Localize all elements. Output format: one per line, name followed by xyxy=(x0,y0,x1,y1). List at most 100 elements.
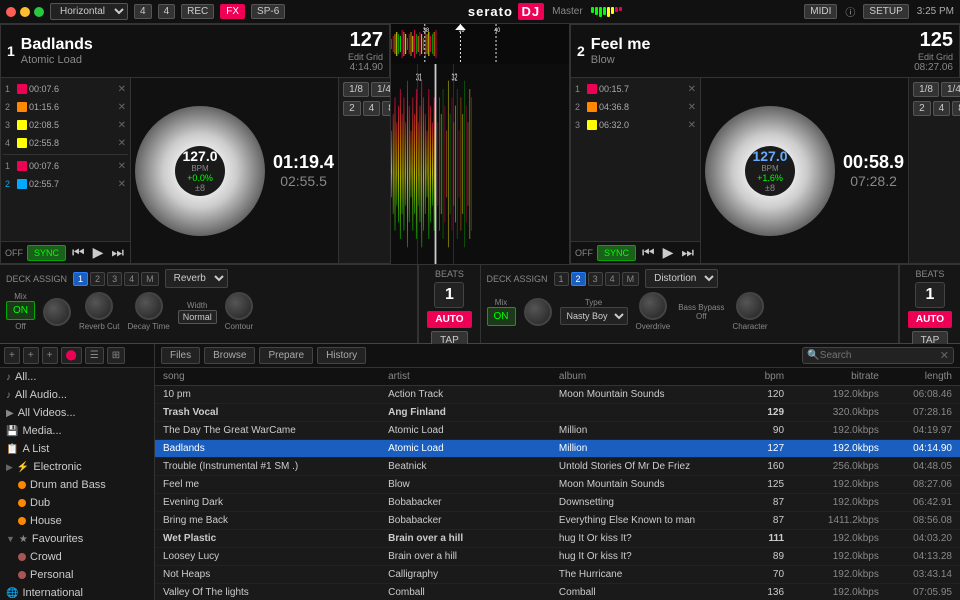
sidebar-item-all[interactable]: ♪ All... xyxy=(0,368,154,386)
platter-2[interactable]: 127.0 BPM +1.6% ±8 xyxy=(705,106,835,236)
setup-button[interactable]: SETUP xyxy=(863,4,908,19)
track-row[interactable]: Trouble (Instrumental #1 SM .) Beatnick … xyxy=(155,458,960,476)
cue-row[interactable]: 100:15.7✕ xyxy=(573,80,698,98)
info-icon[interactable]: ⓘ xyxy=(845,4,855,19)
deck-1-edit-grid[interactable]: Edit Grid xyxy=(348,52,383,62)
decay-knob[interactable] xyxy=(135,292,163,320)
midi-button[interactable]: MIDI xyxy=(804,4,837,19)
track-row[interactable]: Feel me Blow Moon Mountain Sounds 125 19… xyxy=(155,476,960,494)
sidebar-item-personal[interactable]: Personal xyxy=(0,566,154,584)
track-row[interactable]: Not Heaps Calligraphy The Hurricane 70 1… xyxy=(155,566,960,584)
fx-2-effect-select[interactable]: Distortion xyxy=(645,269,718,288)
beat-btn-2[interactable]: 2 xyxy=(913,101,931,116)
auto-btn-1[interactable]: AUTO xyxy=(427,311,471,328)
browse-tab[interactable]: Browse xyxy=(204,347,255,364)
cue-row[interactable]: 204:36.8✕ xyxy=(573,98,698,116)
cue-row[interactable]: 302:08.5✕ xyxy=(3,116,128,134)
col-header-album[interactable]: album xyxy=(555,370,726,383)
fx-button[interactable]: FX xyxy=(220,4,245,19)
sidebar-item-dub[interactable]: Dub xyxy=(0,494,154,512)
sidebar-item-all-audio[interactable]: ♪ All Audio... xyxy=(0,386,154,404)
overdrive-knob[interactable] xyxy=(639,292,667,320)
track-row[interactable]: Trash Vocal Ang Finland 129 320.0kbps 07… xyxy=(155,404,960,422)
col-header-bpm[interactable]: bpm xyxy=(726,370,788,383)
cue-row[interactable]: 100:07.6✕ xyxy=(3,80,128,98)
sidebar-item-drum-and-bass[interactable]: Drum and Bass xyxy=(0,476,154,494)
deck-b-button[interactable]: 4 xyxy=(158,4,176,19)
loop-btn-2[interactable]: 1/4 xyxy=(941,82,960,97)
deck-1-sync-button[interactable]: SYNC xyxy=(27,245,66,261)
next-track-button[interactable]: ⏭ xyxy=(109,244,126,261)
pitch-slider-2[interactable] xyxy=(913,120,960,259)
deck-2-platter[interactable]: 127.0 BPM +1.6% ±8 00:58.9 07:28.2 xyxy=(701,78,908,263)
sidebar-item-international[interactable]: 🌐 International xyxy=(0,584,154,600)
history-tab[interactable]: History xyxy=(317,347,366,364)
track-row[interactable]: Badlands Atomic Load Million 127 192.0kb… xyxy=(155,440,960,458)
track-row[interactable]: Wet Plastic Brain over a hill hug It Or … xyxy=(155,530,960,548)
add-button-3[interactable]: + xyxy=(42,347,58,364)
mix-knob-2[interactable] xyxy=(524,298,552,326)
assign-btn-1[interactable]: 1 xyxy=(73,272,88,286)
platter-1[interactable]: 127.0 BPM +0.0% ±8 xyxy=(135,106,265,236)
next-track-button-2[interactable]: ⏭ xyxy=(679,244,696,261)
sidebar-item-all-videos[interactable]: ▶ All Videos... xyxy=(0,404,154,422)
loop-btn[interactable]: 1/8 xyxy=(343,82,369,97)
deck-1-platter[interactable]: 127.0 BPM +0.0% ±8 01:19.4 02:55.5 xyxy=(131,78,338,263)
assign-btn-3[interactable]: 3 xyxy=(107,272,122,286)
sidebar-item-favourites[interactable]: ▼ ★ Favourites xyxy=(0,530,154,548)
prev-track-button-2[interactable]: ⏮ xyxy=(640,244,657,261)
grid-view-btn[interactable]: ⊞ xyxy=(107,347,125,364)
track-row[interactable]: Bring me Back Bobabacker Everything Else… xyxy=(155,512,960,530)
deck-a-button[interactable]: 4 xyxy=(134,4,152,19)
sidebar-item-crowd[interactable]: Crowd xyxy=(0,548,154,566)
close-button[interactable] xyxy=(6,7,16,17)
play-pause-button-2[interactable]: ▶ xyxy=(661,244,676,261)
assign-btn-4[interactable]: 4 xyxy=(124,272,139,286)
search-clear-button[interactable]: ✕ xyxy=(940,349,949,362)
character-knob[interactable] xyxy=(736,292,764,320)
color-button[interactable]: ⬤ xyxy=(61,347,82,364)
assign-btn-2-3[interactable]: 3 xyxy=(588,272,603,286)
beat-btn[interactable]: 4 xyxy=(363,101,381,116)
fx-1-on-button[interactable]: ON xyxy=(6,301,35,320)
assign-btn-2-1[interactable]: 1 xyxy=(554,272,569,286)
reverb-cut-knob[interactable] xyxy=(85,292,113,320)
sidebar-item-a-list[interactable]: 📋 A List xyxy=(0,440,154,458)
play-pause-button[interactable]: ▶ xyxy=(91,244,106,261)
track-row[interactable]: Evening Dark Bobabacker Downsetting 87 1… xyxy=(155,494,960,512)
contour-knob[interactable] xyxy=(225,292,253,320)
add-button[interactable]: + xyxy=(4,347,20,364)
sidebar-item-electronic[interactable]: ▶ ⚡ Electronic xyxy=(0,458,154,476)
rec-button[interactable]: REC xyxy=(181,4,214,19)
cue-row[interactable]: 202:55.7✕ xyxy=(3,175,128,193)
assign-btn-m[interactable]: M xyxy=(141,272,159,286)
fx-1-effect-select[interactable]: Reverb xyxy=(165,269,228,288)
waveform-detail[interactable]: 31 32 xyxy=(391,64,569,264)
assign-btn-2-m[interactable]: M xyxy=(622,272,640,286)
files-tab[interactable]: Files xyxy=(161,347,200,364)
track-row[interactable]: The Day The Great WarCame Atomic Load Mi… xyxy=(155,422,960,440)
mix-knob-1[interactable] xyxy=(43,298,71,326)
minimize-button[interactable] xyxy=(20,7,30,17)
col-header-artist[interactable]: artist xyxy=(384,370,555,383)
beat-btn-2[interactable]: 4 xyxy=(933,101,951,116)
track-row[interactable]: Valley Of The lights Comball Comball 136… xyxy=(155,584,960,600)
fx-2-on-button[interactable]: ON xyxy=(487,307,516,326)
col-header-song[interactable]: song xyxy=(159,370,384,383)
auto-btn-2[interactable]: AUTO xyxy=(908,311,952,328)
beat-btn-2[interactable]: 8 xyxy=(952,101,960,116)
cue-row[interactable]: 306:32.0✕ xyxy=(573,116,698,134)
sidebar-item-media[interactable]: 💾 Media... xyxy=(0,422,154,440)
assign-btn-2[interactable]: 2 xyxy=(90,272,105,286)
layout-select[interactable]: Horizontal xyxy=(50,3,128,20)
list-view-btn[interactable]: ☰ xyxy=(85,347,104,364)
deck-2-edit-grid[interactable]: Edit Grid xyxy=(918,52,953,62)
sp6-button[interactable]: SP-6 xyxy=(251,4,285,19)
waveform-overview[interactable]: 38 39 40 xyxy=(391,24,569,64)
add-button-2[interactable]: + xyxy=(23,347,39,364)
track-row[interactable]: Loosey Lucy Brain over a hill hug It Or … xyxy=(155,548,960,566)
assign-btn-2-4[interactable]: 4 xyxy=(605,272,620,286)
cue-row[interactable]: 201:15.6✕ xyxy=(3,98,128,116)
maximize-button[interactable] xyxy=(34,7,44,17)
deck-2-sync-button[interactable]: SYNC xyxy=(597,245,636,261)
